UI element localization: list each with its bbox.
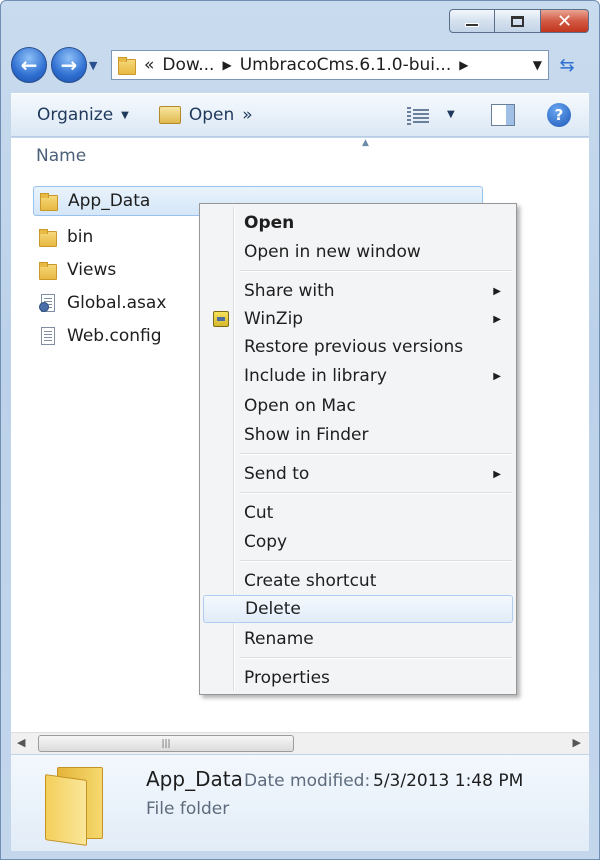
minimize-button[interactable] [449, 9, 495, 33]
menu-separator [240, 560, 512, 562]
folder-icon [45, 767, 105, 846]
help-icon[interactable]: ? [547, 103, 571, 127]
list-item-label: Web.config [67, 326, 162, 346]
list-item-label: Global.asax [67, 293, 167, 313]
config-file-icon [39, 326, 57, 346]
navigation-bar: ← → ▼ « Dow... ▶ UmbracoCms.6.1.0-bui...… [11, 45, 589, 85]
name-column-header[interactable]: Name [36, 146, 86, 166]
menu-item-send-to[interactable]: Send to ▶ [203, 460, 513, 488]
open-folder-icon [158, 106, 181, 124]
menu-item-create-shortcut[interactable]: Create shortcut [203, 567, 513, 595]
arrow-left-icon: ← [20, 53, 38, 77]
menu-item-open[interactable]: Open [203, 209, 513, 237]
chevron-right-icon[interactable]: ▶ [222, 58, 231, 72]
context-menu: Open Open in new window Share with ▶ WinZ… [199, 203, 517, 695]
date-modified-value: 5/3/2013 1:48 PM [373, 771, 524, 791]
menu-item-delete[interactable]: Delete [203, 595, 513, 623]
explorer-window: ✕ ← → ▼ « Dow... ▶ UmbracoCms.6.1.0-bui.… [0, 0, 600, 860]
submenu-arrow-icon: ▶ [493, 285, 501, 297]
close-icon: ✕ [556, 10, 573, 32]
scrollbar-thumb[interactable]: ||| [38, 735, 294, 752]
winzip-icon [213, 311, 229, 327]
date-modified-label: Date modified: [244, 771, 371, 791]
breadcrumb-umbraco[interactable]: UmbracoCms.6.1.0-bui... [240, 55, 452, 75]
list-item-label: bin [67, 227, 94, 247]
menu-separator [240, 453, 512, 455]
breadcrumb-overflow[interactable]: « [144, 55, 154, 75]
menu-item-winzip[interactable]: WinZip ▶ [203, 305, 513, 333]
breadcrumb-downloads[interactable]: Dow... [162, 55, 214, 75]
refresh-icon: ⇆ [559, 54, 575, 76]
chevron-down-icon: ▼ [89, 58, 98, 72]
chevron-right-icon[interactable]: ▶ [459, 58, 468, 72]
address-bar[interactable]: « Dow... ▶ UmbracoCms.6.1.0-bui... ▶ ▼ [111, 50, 549, 80]
organize-label: Organize [37, 105, 114, 125]
caret-down-icon[interactable]: ▼ [447, 109, 455, 120]
submenu-arrow-icon: ▶ [493, 370, 501, 382]
change-view-icon[interactable] [407, 107, 429, 125]
details-pane: App_Data Date modified: 5/3/2013 1:48 PM… [11, 754, 589, 851]
organize-button[interactable]: Organize ▼ [37, 105, 129, 125]
menu-item-share-with[interactable]: Share with ▶ [203, 277, 513, 305]
menu-item-restore-previous-versions[interactable]: Restore previous versions [203, 333, 513, 361]
close-button[interactable]: ✕ [541, 9, 589, 33]
menu-item-rename[interactable]: Rename [203, 625, 513, 653]
maximize-button[interactable] [495, 9, 541, 33]
menu-item-copy[interactable]: Copy [203, 528, 513, 556]
submenu-arrow-icon: ▶ [493, 468, 501, 480]
arrow-right-icon: → [60, 53, 78, 77]
submenu-arrow-icon: ▶ [493, 313, 501, 325]
details-type: File folder [146, 799, 230, 819]
horizontal-scrollbar[interactable]: ◀ ||| ▶ [11, 732, 589, 754]
details-name: App_Data [146, 767, 243, 791]
caret-down-icon: ▼ [121, 109, 129, 121]
asax-file-icon [39, 293, 57, 313]
menu-item-include-in-library[interactable]: Include in library ▶ [203, 362, 513, 390]
menu-item-show-in-finder[interactable]: Show in Finder [203, 421, 513, 449]
recent-pages-button[interactable]: ▼ [89, 59, 103, 72]
list-item-label: App_Data [68, 191, 151, 211]
scroll-right-icon[interactable]: ▶ [573, 736, 581, 749]
minimize-icon [465, 23, 479, 27]
maximize-icon [511, 15, 524, 27]
open-label: Open [188, 105, 235, 125]
caption-buttons: ✕ [449, 9, 589, 33]
chevron-down-icon[interactable]: ▼ [533, 58, 542, 72]
command-bar: Organize ▼ Open » ▼ ? [11, 93, 589, 137]
scroll-left-icon[interactable]: ◀ [17, 736, 25, 749]
open-button[interactable]: Open » [158, 105, 253, 125]
more-commands-icon[interactable]: » [242, 105, 252, 125]
folder-icon [40, 193, 58, 211]
sort-ascending-icon: ▲ [362, 138, 369, 148]
menu-separator [240, 657, 512, 659]
forward-button[interactable]: → [51, 47, 87, 83]
menu-item-properties[interactable]: Properties [203, 664, 513, 692]
menu-item-open-new-window[interactable]: Open in new window [203, 238, 513, 266]
list-item-label: Views [67, 260, 117, 280]
back-button[interactable]: ← [11, 47, 47, 83]
folder-icon [118, 57, 136, 75]
menu-separator [240, 492, 512, 494]
folder-icon [39, 229, 57, 247]
grip-icon: ||| [161, 738, 171, 749]
menu-separator [240, 270, 512, 272]
preview-pane-icon[interactable] [491, 104, 515, 126]
folder-icon [39, 262, 57, 280]
refresh-button[interactable]: ⇆ [555, 50, 579, 80]
menu-item-cut[interactable]: Cut [203, 499, 513, 527]
menu-item-open-on-mac[interactable]: Open on Mac [203, 392, 513, 420]
